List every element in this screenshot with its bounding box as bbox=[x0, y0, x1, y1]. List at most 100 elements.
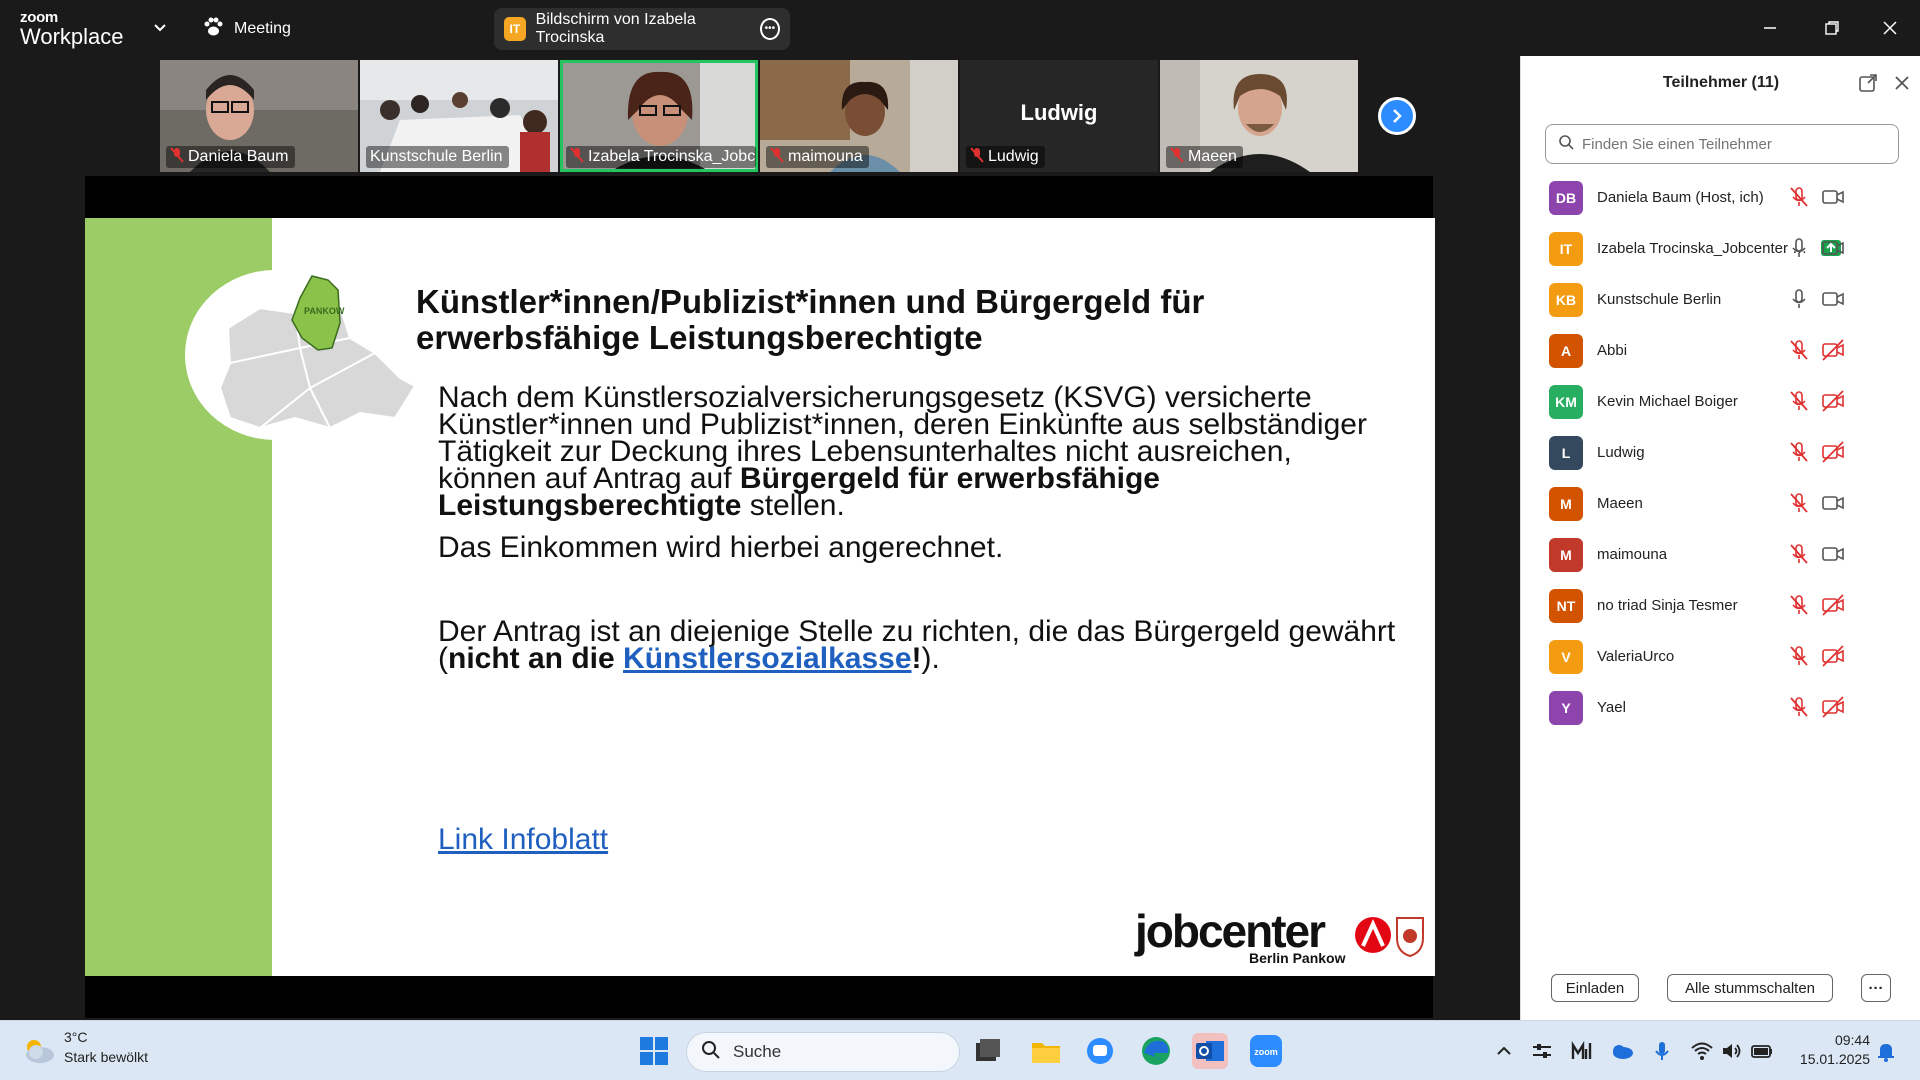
zoom-logo[interactable]: zoom Workplace bbox=[20, 9, 130, 49]
outlook-icon[interactable] bbox=[1192, 1033, 1228, 1069]
mic-muted-icon[interactable] bbox=[1787, 185, 1811, 209]
close-window-icon[interactable] bbox=[1870, 12, 1910, 44]
file-explorer-icon[interactable] bbox=[1028, 1033, 1064, 1069]
mic-muted-icon[interactable] bbox=[1787, 338, 1811, 362]
video-tile-maimouna[interactable]: maimouna bbox=[760, 60, 958, 172]
participant-name: Maeen bbox=[1597, 495, 1643, 512]
chevron-down-icon[interactable] bbox=[150, 18, 170, 38]
camera-icon[interactable] bbox=[1821, 542, 1845, 566]
volume-icon[interactable] bbox=[1720, 1039, 1744, 1063]
camera-off-icon[interactable] bbox=[1821, 389, 1845, 413]
camera-icon[interactable] bbox=[1821, 491, 1845, 515]
participant-row[interactable]: M Maeen bbox=[1521, 478, 1920, 529]
video-tile-daniela[interactable]: Daniela Baum bbox=[160, 60, 358, 172]
mute-all-button[interactable]: Alle stummschalten bbox=[1667, 974, 1833, 1002]
mic-muted-icon[interactable] bbox=[1787, 491, 1811, 515]
kuenstlersozialkasse-link[interactable]: Künstlersozialkasse bbox=[623, 642, 911, 675]
tile-big-name: Ludwig bbox=[1020, 100, 1098, 125]
search-input[interactable] bbox=[1582, 135, 1882, 153]
zoom-taskbar-icon[interactable]: zoom bbox=[1248, 1033, 1284, 1069]
avatar: V bbox=[1549, 639, 1583, 674]
avatar: A bbox=[1549, 333, 1583, 368]
weather-widget[interactable]: 3°C Stark bewölkt bbox=[22, 1029, 182, 1073]
next-page-button[interactable] bbox=[1378, 97, 1416, 135]
minimize-icon[interactable] bbox=[1750, 12, 1790, 44]
video-strip: Daniela Baum Kunstschule Berlin Izabela … bbox=[160, 60, 1360, 172]
top-bar: zoom Workplace Meeting IT Bildschirm von… bbox=[0, 0, 1920, 56]
participant-search[interactable] bbox=[1545, 124, 1899, 164]
video-tile-izabela[interactable]: Izabela Trocinska_Jobcent... bbox=[560, 60, 758, 172]
screen-share-pill[interactable]: IT Bildschirm von Izabela Trocinska ••• bbox=[494, 8, 790, 50]
camera-icon[interactable] bbox=[1821, 236, 1845, 260]
participant-row[interactable]: Y Yael bbox=[1521, 682, 1920, 733]
avatar: M bbox=[1549, 537, 1583, 572]
camera-icon[interactable] bbox=[1821, 185, 1845, 209]
settings-sliders-icon[interactable] bbox=[1530, 1039, 1554, 1063]
weather-desc: Stark bewölkt bbox=[64, 1049, 149, 1065]
mic-muted-icon[interactable] bbox=[1787, 644, 1811, 668]
taskbar-search[interactable]: Suche bbox=[686, 1032, 960, 1072]
avatar: Y bbox=[1549, 690, 1583, 725]
participant-name: Kunstschule Berlin bbox=[1597, 291, 1722, 308]
sharer-badge: IT bbox=[504, 17, 526, 41]
microphone-icon[interactable] bbox=[1787, 236, 1811, 260]
participant-list: DB Daniela Baum (Host, ich) IT Izabela Troc… bbox=[1521, 172, 1920, 733]
close-panel-icon[interactable] bbox=[1891, 72, 1913, 94]
participant-row[interactable]: KM Kevin Michael Boiger bbox=[1521, 376, 1920, 427]
participant-name: ValeriaUrco bbox=[1597, 648, 1675, 665]
restore-icon[interactable] bbox=[1812, 12, 1852, 44]
slide-paragraph-1: Nach dem Künstlersozialversicherungsgese… bbox=[438, 381, 1367, 522]
link-infoblatt[interactable]: Link Infoblatt bbox=[438, 823, 608, 856]
clock[interactable]: 09:44 15.01.2025 bbox=[1770, 1031, 1870, 1069]
task-view-icon[interactable] bbox=[970, 1033, 1006, 1069]
microphone-icon[interactable] bbox=[1650, 1039, 1674, 1063]
camera-off-icon[interactable] bbox=[1821, 644, 1845, 668]
chat-app-icon[interactable] bbox=[1082, 1033, 1118, 1069]
camera-off-icon[interactable] bbox=[1821, 338, 1845, 362]
tile-name: maimouna bbox=[766, 146, 869, 168]
participant-row[interactable]: Mmaimouna bbox=[1521, 529, 1920, 580]
slide-paragraph-3: Der Antrag ist an diejenige Stelle zu ri… bbox=[438, 615, 1396, 675]
weather-temp: 3°C bbox=[64, 1029, 88, 1045]
meeting-menu[interactable]: Meeting bbox=[202, 14, 291, 44]
camera-icon[interactable] bbox=[1821, 287, 1845, 311]
more-options-icon[interactable]: ••• bbox=[759, 18, 780, 40]
windows-start-icon[interactable] bbox=[636, 1033, 672, 1069]
pop-out-icon[interactable] bbox=[1857, 72, 1879, 94]
video-tile-ludwig[interactable]: Ludwig Ludwig bbox=[960, 60, 1158, 172]
participant-row[interactable]: KB Kunstschule Berlin bbox=[1521, 274, 1920, 325]
participant-row[interactable]: IT Izabela Trocinska_Jobcenter B... bbox=[1521, 223, 1920, 274]
participant-row[interactable]: L Ludwig bbox=[1521, 427, 1920, 478]
microphone-icon[interactable] bbox=[1787, 287, 1811, 311]
onedrive-icon[interactable] bbox=[1610, 1039, 1634, 1063]
chevron-up-icon[interactable] bbox=[1492, 1039, 1516, 1063]
more-options-button[interactable]: ··· bbox=[1861, 974, 1891, 1002]
participant-row[interactable]: A Abbi bbox=[1521, 325, 1920, 376]
mic-muted-icon[interactable] bbox=[1787, 593, 1811, 617]
edge-browser-icon[interactable] bbox=[1138, 1033, 1174, 1069]
notification-bell-icon[interactable] bbox=[1874, 1039, 1898, 1063]
mic-muted-icon[interactable] bbox=[1787, 389, 1811, 413]
participant-row[interactable]: NT no triad Sinja Tesmer bbox=[1521, 580, 1920, 631]
tile-name: Maeen bbox=[1166, 146, 1243, 168]
mic-muted-icon bbox=[770, 146, 784, 168]
invite-button[interactable]: Einladen bbox=[1551, 974, 1639, 1002]
camera-off-icon[interactable] bbox=[1821, 440, 1845, 464]
camera-off-icon[interactable] bbox=[1821, 695, 1845, 719]
svg-text:zoom: zoom bbox=[1254, 1047, 1278, 1057]
mic-muted-icon[interactable] bbox=[1787, 695, 1811, 719]
logo-small-text: zoom bbox=[20, 9, 58, 26]
camera-off-icon[interactable] bbox=[1821, 593, 1845, 617]
mic-muted-icon[interactable] bbox=[1787, 440, 1811, 464]
participant-name: Kevin Michael Boiger bbox=[1597, 393, 1738, 410]
chart-app-icon[interactable] bbox=[1570, 1039, 1594, 1063]
participant-name: no triad Sinja Tesmer bbox=[1597, 597, 1738, 614]
video-tile-maeen[interactable]: Maeen bbox=[1160, 60, 1358, 172]
mic-muted-icon[interactable] bbox=[1787, 542, 1811, 566]
participant-name: Izabela Trocinska_Jobcenter B... bbox=[1597, 240, 1812, 257]
participant-row[interactable]: V ValeriaUrco bbox=[1521, 631, 1920, 682]
participant-row[interactable]: DB Daniela Baum (Host, ich) bbox=[1521, 172, 1920, 223]
berlin-map-icon: PANKOW bbox=[218, 275, 417, 430]
wifi-icon[interactable] bbox=[1690, 1039, 1714, 1063]
video-tile-kunstschule[interactable]: Kunstschule Berlin bbox=[360, 60, 558, 172]
